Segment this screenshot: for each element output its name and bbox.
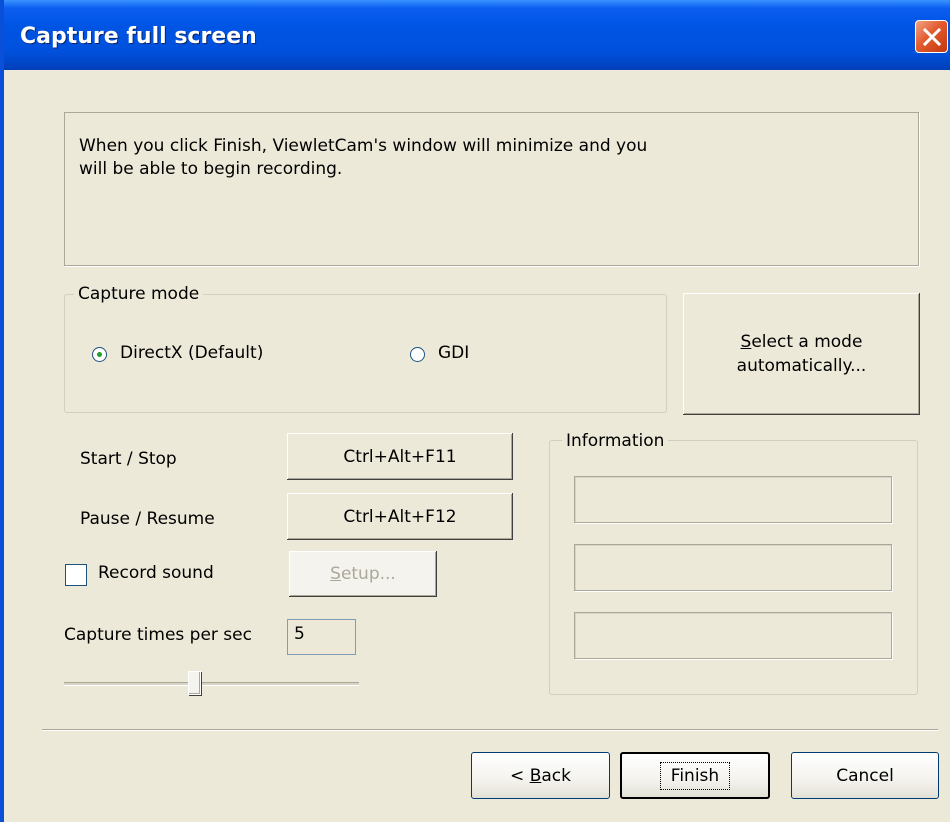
information-legend: Information [562,431,669,451]
radio-directx-label[interactable]: DirectX (Default) [120,343,263,363]
pause-resume-label: Pause / Resume [80,509,215,529]
instructions-panel: When you click Finish, ViewletCam's wind… [64,112,919,266]
instructions-line-2: will be able to begin recording. [79,159,343,179]
setup-button[interactable]: Setup... [289,551,437,597]
start-stop-label: Start / Stop [80,449,177,469]
select-mode-line-1: Select a mode [740,332,863,352]
capture-rate-slider-track[interactable] [64,682,359,686]
pause-resume-hotkey-button[interactable]: Ctrl+Alt+F12 [287,493,513,540]
title-bar[interactable]: Capture full screen [4,0,950,70]
information-field-2 [574,544,892,591]
instructions-line-1: When you click Finish, ViewletCam's wind… [79,136,648,156]
record-sound-label[interactable]: Record sound [98,563,214,583]
close-icon [922,27,942,47]
radio-directx[interactable] [92,347,107,362]
select-mode-line-2: automatically... [736,356,867,376]
capture-wizard-window: Capture full screen When you click Finis… [0,0,950,822]
information-field-1 [574,476,892,523]
back-button[interactable]: < Back [471,752,610,799]
footer-separator [42,729,938,731]
radio-gdi[interactable] [410,347,425,362]
information-field-3 [574,612,892,659]
close-button[interactable] [915,20,948,53]
cancel-button[interactable]: Cancel [791,752,939,799]
capture-rate-label: Capture times per sec [64,625,252,645]
record-sound-checkbox[interactable] [65,564,87,586]
capture-rate-slider-thumb[interactable] [187,671,201,695]
select-mode-automatically-button[interactable]: Select a mode automatically... [683,293,920,415]
radio-gdi-label[interactable]: GDI [438,343,469,363]
window-title: Capture full screen [20,24,257,49]
finish-button[interactable]: Finish [620,752,770,799]
capture-rate-input[interactable]: 5 [287,619,356,655]
capture-mode-legend: Capture mode [74,284,204,304]
start-stop-hotkey-button[interactable]: Ctrl+Alt+F11 [287,433,513,480]
